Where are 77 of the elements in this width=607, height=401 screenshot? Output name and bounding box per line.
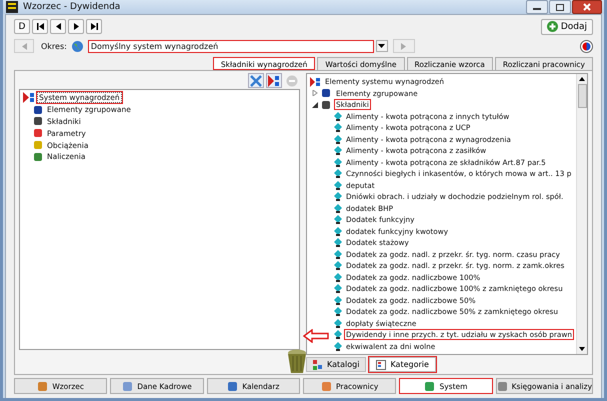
previous-icon: [56, 23, 60, 30]
previous-button[interactable]: [50, 19, 66, 34]
item-icon: [334, 215, 342, 224]
item-icon: [334, 169, 342, 178]
item-icon: [334, 226, 342, 236]
scroll-down-icon[interactable]: [579, 347, 585, 351]
item-icon: [334, 158, 342, 167]
item-icon: [334, 123, 342, 132]
first-record-button[interactable]: [32, 19, 48, 34]
period-label: Okres:: [41, 42, 67, 50]
new-button[interactable]: D: [14, 19, 30, 34]
item-icon: [334, 112, 342, 121]
scroll-up-icon[interactable]: [579, 77, 585, 81]
item-icon: [334, 134, 342, 144]
last-record-button[interactable]: [86, 19, 102, 34]
module-icon: [37, 380, 48, 392]
category-icon: [33, 116, 44, 126]
window-title: Wzorzec - Dywidenda: [23, 2, 122, 12]
module-icon: [320, 380, 332, 392]
structure-button[interactable]: [266, 73, 282, 88]
dropdown-button[interactable]: [376, 40, 388, 52]
item-icon: [334, 284, 342, 294]
category-icon: [320, 100, 332, 110]
app-icon: [6, 1, 18, 13]
category-icon: [33, 152, 44, 162]
module-icon: [496, 380, 508, 392]
category-icon: [33, 104, 44, 115]
plus-icon: [546, 21, 558, 32]
structure-icon: [268, 74, 280, 86]
item-icon: [334, 250, 342, 259]
caret-icon: [378, 44, 386, 48]
grid-icon: [376, 360, 386, 370]
item-icon: [334, 296, 342, 305]
first-icon: [36, 23, 44, 30]
structure-icon: [23, 92, 35, 104]
category-icon: [33, 140, 44, 150]
category-icon: [33, 128, 44, 138]
next-button[interactable]: [68, 19, 84, 34]
trash-bin-icon[interactable]: [287, 349, 307, 373]
last-icon: [90, 23, 98, 30]
globe-icon: [72, 40, 83, 52]
scrollbar[interactable]: [576, 74, 587, 354]
minus-icon: [286, 74, 298, 86]
item-icon: [334, 261, 342, 270]
item-icon: [334, 330, 342, 340]
close-button[interactable]: [572, 0, 602, 14]
close-icon: [583, 3, 591, 11]
view-tab[interactable]: Katalogi: [306, 357, 366, 372]
tools-button[interactable]: [248, 73, 264, 88]
item-icon: [334, 342, 342, 351]
item-icon: [334, 238, 342, 248]
item-icon: [334, 180, 342, 190]
item-icon: [334, 307, 342, 316]
item-icon: [334, 146, 342, 156]
item-icon: [334, 272, 342, 282]
next-icon: [74, 23, 78, 30]
item-icon: [334, 192, 342, 202]
maximize-button[interactable]: [549, 0, 571, 14]
period-dropdown[interactable]: Domyślny system wynagrodzeń: [88, 40, 374, 52]
forward-icon: [401, 42, 406, 50]
expand-icon[interactable]: [312, 90, 318, 96]
collapse-icon[interactable]: [312, 102, 318, 108]
catalog-icon: [312, 360, 323, 370]
module-icon: [122, 380, 134, 392]
maximize-icon: [556, 4, 564, 10]
scrollbar-thumb[interactable]: [578, 84, 586, 108]
item-icon: [334, 318, 342, 328]
record-icon: [580, 40, 593, 52]
minimize-button[interactable]: [526, 0, 548, 14]
back-icon: [22, 42, 26, 50]
module-icon: [424, 380, 436, 392]
structure-icon: [310, 76, 321, 87]
add-button[interactable]: Dodaj: [540, 18, 593, 34]
module-icon: [227, 380, 238, 392]
item-icon: [334, 204, 342, 213]
view-tab[interactable]: Kategorie: [369, 357, 436, 372]
category-icon: [320, 88, 332, 98]
